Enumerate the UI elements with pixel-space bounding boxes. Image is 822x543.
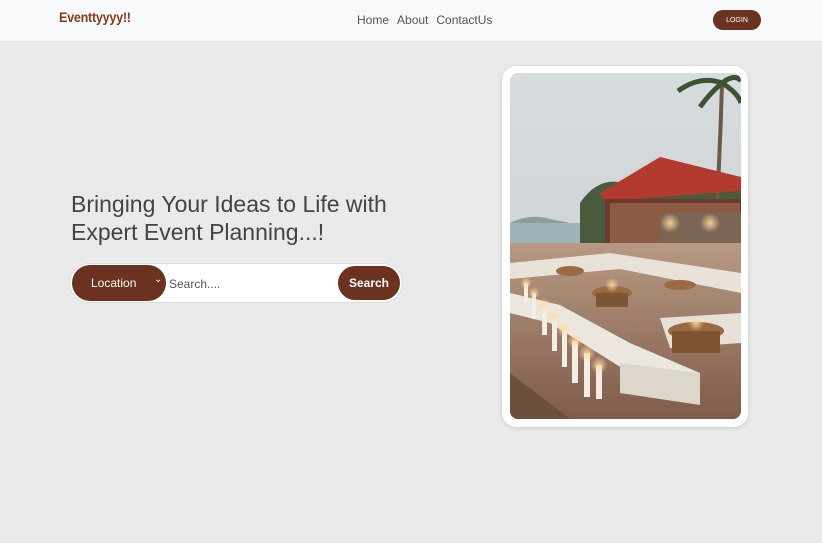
- chevron-down-icon: ⌄: [154, 274, 163, 285]
- hero-image-card: [502, 66, 748, 427]
- nav-link-about[interactable]: About: [397, 13, 428, 27]
- navbar: Eventtyyyy!! Home About ContactUs LOGIN: [0, 0, 822, 42]
- login-button[interactable]: LOGIN: [713, 10, 761, 30]
- search-button[interactable]: Search: [338, 266, 400, 300]
- nav-link-contact[interactable]: ContactUs: [436, 13, 492, 27]
- hero-headline: Bringing Your Ideas to Life with Expert …: [71, 191, 387, 245]
- nav-link-home[interactable]: Home: [357, 13, 389, 27]
- brand-logo[interactable]: Eventtyyyy!!: [59, 9, 131, 25]
- location-select-label: Location: [91, 276, 137, 290]
- search-bar: Location ⌄ Search: [70, 264, 402, 302]
- location-select[interactable]: Location ⌄: [72, 265, 166, 301]
- search-input[interactable]: [167, 273, 336, 295]
- hero-image: [510, 73, 741, 419]
- nav-links: Home About ContactUs: [357, 13, 492, 27]
